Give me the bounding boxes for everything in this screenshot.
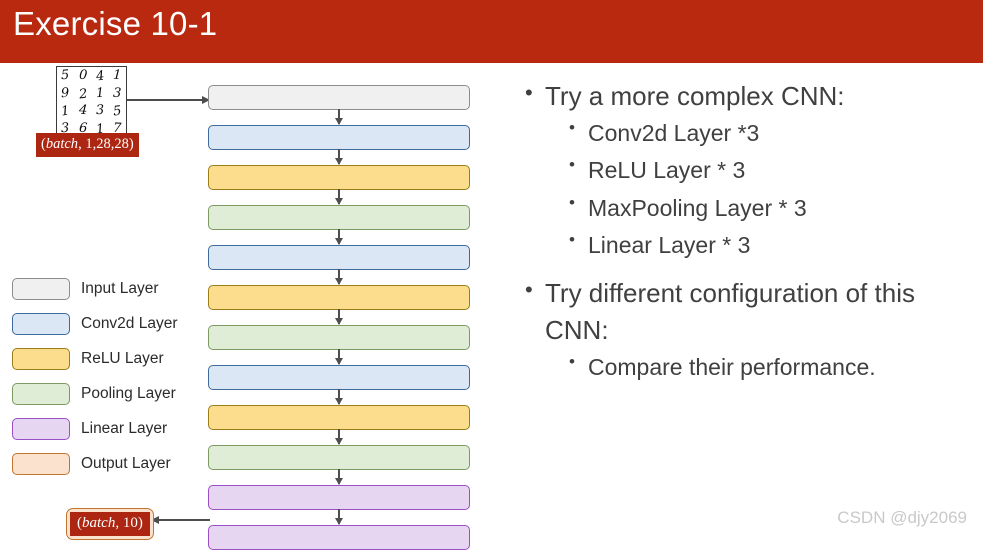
legend-item: Output Layer (12, 451, 197, 476)
cnn-architecture-diagram: 5041921314353617 (batch, 1,28,28) (batch… (0, 63, 500, 550)
legend-label: Conv2d Layer (81, 314, 178, 332)
layer-node-pool[interactable] (208, 445, 470, 485)
page-title: Exercise 10-1 (13, 5, 218, 42)
input-shape-tag: (batch, 1,28,28) (36, 133, 139, 157)
flow-arrow-icon (334, 118, 343, 125)
legend-label: ReLU Layer (81, 349, 164, 367)
mnist-digit: 5 (60, 67, 71, 84)
watermark: CSDN @djy2069 (837, 508, 967, 527)
layer-node-relu[interactable] (208, 285, 470, 325)
content-bullet-list: Try a more complex CNN:Conv2d Layer *3Re… (521, 77, 983, 386)
layer-node-pool[interactable] (208, 205, 470, 245)
output-shape-tag: (batch, 10) (66, 508, 154, 540)
layer-node-relu[interactable] (208, 405, 470, 445)
layer-node-linear[interactable] (208, 525, 470, 550)
mnist-digit: 4 (95, 68, 106, 85)
layer-node-pool[interactable] (208, 325, 470, 365)
flow-arrow-icon (334, 158, 343, 165)
layer-node-conv[interactable] (208, 125, 470, 165)
mnist-digit: 0 (78, 68, 88, 84)
output-shape-batch: batch (82, 515, 116, 531)
bullet-spacer (521, 265, 983, 275)
bullet-level-2: Compare their performance. (521, 348, 983, 386)
layer-node-conv[interactable] (208, 365, 470, 405)
mnist-digit: 9 (60, 85, 71, 102)
flow-arrow-icon (334, 318, 343, 325)
legend-item: Linear Layer (12, 416, 197, 441)
legend-item: Input Layer (12, 276, 197, 301)
mnist-digit: 2 (77, 86, 89, 103)
bullet-level-1: Try different configuration of this CNN: (521, 274, 983, 349)
bullet-level-2: Conv2d Layer *3 (521, 114, 983, 152)
legend-label: Input Layer (81, 279, 159, 297)
mnist-digit: 4 (78, 103, 88, 119)
mnist-digit: 3 (95, 102, 105, 119)
legend-label: Linear Layer (81, 419, 168, 437)
layer-node-relu[interactable] (208, 165, 470, 205)
flow-arrow-icon (334, 518, 343, 525)
flow-arrow-icon (334, 398, 343, 405)
flow-arrow-icon (334, 358, 343, 365)
legend-swatch (12, 347, 70, 370)
layer-node-linear[interactable] (208, 485, 470, 525)
output-arrow (151, 515, 210, 524)
legend-label: Pooling Layer (81, 384, 176, 402)
input-arrow (127, 95, 210, 104)
bullet-level-2: MaxPooling Layer * 3 (521, 189, 983, 227)
legend: Input Layer Conv2d Layer ReLU Layer Pooling… (12, 276, 197, 486)
mnist-digit: 1 (95, 85, 105, 102)
layer-node-input[interactable] (208, 85, 470, 125)
flow-arrow-icon (334, 438, 343, 445)
mnist-digit: 3 (112, 85, 122, 101)
mnist-digit: 1 (112, 68, 122, 84)
legend-item: Pooling Layer (12, 381, 197, 406)
legend-item: ReLU Layer (12, 346, 197, 371)
bullet-level-2: Linear Layer * 3 (521, 226, 983, 264)
flow-arrow-icon (334, 238, 343, 245)
layer-stack (208, 85, 470, 550)
flow-arrow-icon (334, 478, 343, 485)
input-shape-batch: batch (45, 136, 79, 152)
layer-node-conv[interactable] (208, 245, 470, 285)
legend-swatch (12, 417, 70, 440)
output-shape-dims: , 10) (115, 515, 143, 531)
flow-arrow-icon (334, 198, 343, 205)
legend-label: Output Layer (81, 454, 171, 472)
legend-item: Conv2d Layer (12, 311, 197, 336)
mnist-digit-grid: 5041921314353617 (56, 66, 127, 138)
slide-title-bar: Exercise 10-1 (0, 0, 983, 63)
bullet-level-1: Try a more complex CNN: (521, 77, 983, 115)
bullet-level-2: ReLU Layer * 3 (521, 151, 983, 189)
input-shape-dims: , 1,28,28) (78, 136, 134, 152)
mnist-digit: 1 (60, 103, 71, 120)
flow-arrow-icon (334, 278, 343, 285)
legend-swatch (12, 382, 70, 405)
mnist-digit: 5 (112, 103, 123, 120)
legend-swatch (12, 312, 70, 335)
legend-swatch (12, 452, 70, 475)
legend-swatch (12, 277, 70, 300)
